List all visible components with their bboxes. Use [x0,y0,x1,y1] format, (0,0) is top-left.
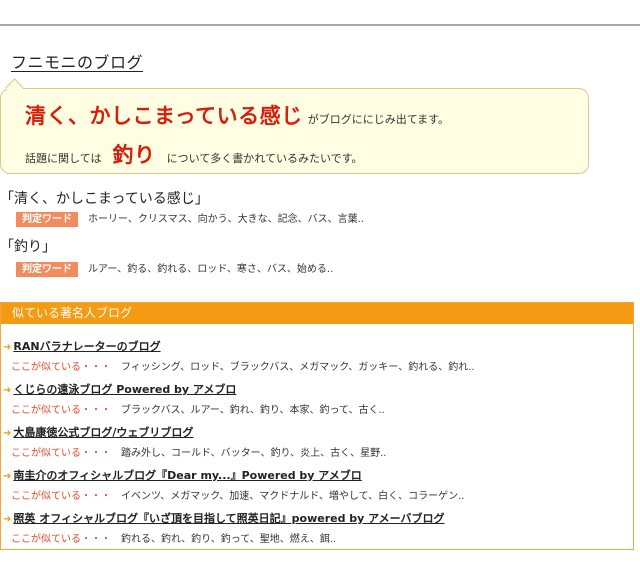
similar-label: ここが似ている・・・ [11,534,111,545]
similar-blog-link[interactable]: ➜ 大島康徳公式ブログ/ウェブリブログ [3,424,623,440]
mood-phrase: 清く、かしこまっている感じ [25,104,303,128]
list-item: ➜ 大島康徳公式ブログ/ウェブリブログ ここが似ている・・・ 踏み外し、コールド、バ… [3,424,623,459]
blog-title[interactable]: フニモニのブログ [11,49,143,73]
similar-blog-link[interactable]: ➜ くじらの遠泳ブログ Powered by アメブロ [3,381,623,397]
keyword-list: ルアー、釣る、釣れる、ロッド、寒さ、バス、始める.. [88,264,334,275]
keyword-group-title: 「清く、かしこまっている感じ」 [0,191,209,207]
keyword-group-title: 「釣り」 [0,239,56,255]
topic-prefix: 話題に関しては [25,152,102,165]
similar-keywords: ここが似ている・・・ 踏み外し、コールド、バッター、釣り、炎上、古く、星野.. [11,448,387,459]
list-item: ➜ 南圭介のオフィシャルブログ『Dear my...』Powered by アメブ… [3,467,623,502]
mood-suffix: がブログににじみ出てます。 [307,113,450,126]
list-item: ➜ 照英 オフィシャルブログ『いざ頂を目指して照英日記』powered by アメ… [3,510,623,545]
similar-label: ここが似ている・・・ [11,362,111,373]
topic-word: 釣り [112,143,156,167]
similar-blog-link[interactable]: ➜ 照英 オフィシャルブログ『いざ頂を目指して照英日記』powered by アメ… [3,510,623,526]
judge-word-tag: 判定ワード [16,212,78,227]
arrow-right-icon: ➜ [3,471,12,482]
keyword-list: ホーリー、クリスマス、向かう、大きな、記念、バス、言葉.. [88,214,364,225]
topic-suffix: について多く書かれているみたいです。 [166,152,363,165]
arrow-right-icon: ➜ [3,342,12,353]
keyword-row: 判定ワード ホーリー、クリスマス、向かう、大きな、記念、バス、言葉.. [16,210,364,227]
similar-blogs-panel: 似ている著名人ブログ ➜ RANバラナレーターのブログ ここが似ている・・・ フィッ… [0,302,634,550]
arrow-right-icon: ➜ [3,428,12,439]
similar-blog-link[interactable]: ➜ RANバラナレーターのブログ [3,338,623,354]
similar-keywords: ここが似ている・・・ イベンツ、メガマック、加速、マクドナルド、増やして、白く、コ… [11,491,465,502]
similar-label: ここが似ている・・・ [11,405,111,416]
list-item: ➜ RANバラナレーターのブログ ここが似ている・・・ フィッシング、ロッド、ブラッ… [3,338,623,373]
list-item: ➜ くじらの遠泳ブログ Powered by アメブロ ここが似ている・・・ ブラッ… [3,381,623,416]
mood-line: 清く、かしこまっている感じ がブログににじみ出てます。 [25,100,449,130]
arrow-right-icon: ➜ [3,385,12,396]
similar-blog-link[interactable]: ➜ 南圭介のオフィシャルブログ『Dear my...』Powered by アメブ… [3,467,623,483]
arrow-right-icon: ➜ [3,514,12,525]
similar-blogs-header: 似ている著名人ブログ [1,303,633,324]
topic-line: 話題に関しては 釣り について多く書かれているみたいです。 [25,139,363,169]
similar-keywords: ここが似ている・・・ 釣れる、釣れ、釣り、釣って、聖地、燃え、餌.. [11,534,337,545]
keyword-row: 判定ワード ルアー、釣る、釣れる、ロッド、寒さ、バス、始める.. [16,260,333,277]
similar-label: ここが似ている・・・ [11,491,111,502]
judge-word-tag: 判定ワード [16,262,78,277]
top-divider [0,24,640,26]
similar-label: ここが似ている・・・ [11,448,111,459]
similar-keywords: ここが似ている・・・ フィッシング、ロッド、ブラックバス、メガマック、ガッキー、釣… [11,362,475,373]
similar-keywords: ここが似ている・・・ ブラックバス、ルアー、釣れ、釣り、本家、釣って、古く.. [11,405,385,416]
